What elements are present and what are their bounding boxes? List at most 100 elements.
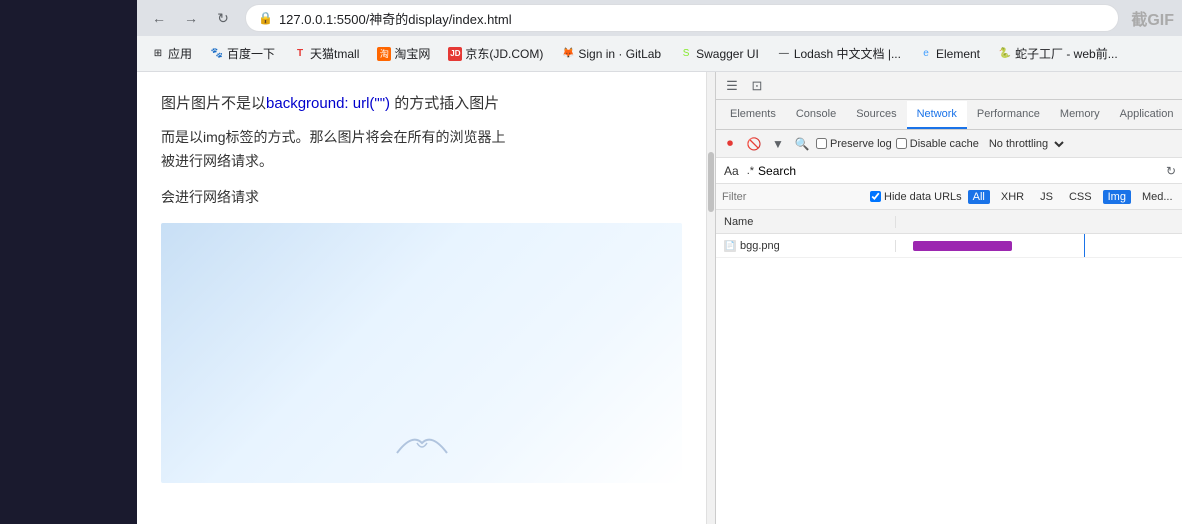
- gitlab-icon: 🦊: [561, 47, 575, 61]
- disable-cache-checkbox[interactable]: Disable cache: [896, 138, 979, 150]
- element-icon: e: [919, 47, 933, 61]
- taobao-icon: 淘: [377, 47, 391, 61]
- bookmark-swagger[interactable]: S Swagger UI: [673, 43, 765, 65]
- jd-icon: JD: [448, 47, 462, 61]
- bookmark-label: 蛇子工厂 - web前...: [1015, 45, 1118, 62]
- bookmark-label: Lodash 中文文档 |...: [794, 45, 901, 62]
- tab-memory[interactable]: Memory: [1050, 101, 1110, 129]
- bookmarks-toolbar: ⊞ 应用 🐾 百度一下 T 天猫tmall 淘 淘宝网 JD 京东(JD.COM…: [137, 36, 1182, 72]
- filter-button[interactable]: ▼: [768, 134, 788, 154]
- forward-button[interactable]: →: [177, 4, 205, 32]
- tab-network[interactable]: Network: [907, 101, 967, 129]
- disable-cache-input[interactable]: [896, 138, 907, 149]
- bookmark-baidu[interactable]: 🐾 百度一下: [204, 41, 281, 66]
- snake-icon: 🐍: [998, 47, 1012, 61]
- bookmark-label: 应用: [168, 45, 192, 62]
- page-image: [161, 223, 682, 483]
- filter-css[interactable]: CSS: [1064, 190, 1097, 204]
- file-icon: 📄: [724, 240, 736, 252]
- bookmark-label: 百度一下: [227, 45, 275, 62]
- bookmark-label: Sign in · GitLab: [578, 47, 661, 61]
- bird-svg: [392, 423, 452, 463]
- filter-js[interactable]: JS: [1035, 190, 1058, 204]
- bookmark-tmall[interactable]: T 天猫tmall: [287, 41, 365, 66]
- tab-application[interactable]: Application: [1110, 101, 1182, 129]
- address-text: 127.0.0.1:5500/神奇的display/index.html: [279, 9, 512, 28]
- swagger-icon: S: [679, 47, 693, 61]
- search-input[interactable]: [758, 164, 1159, 178]
- hide-data-urls-input[interactable]: [870, 191, 881, 202]
- page-text-line1: 图片图片不是以background: url("") 的方式插入图片: [161, 92, 682, 113]
- disable-cache-label: Disable cache: [910, 138, 979, 150]
- search-refresh-btn[interactable]: ↻: [1161, 161, 1181, 181]
- record-button[interactable]: ⏺: [720, 134, 740, 154]
- bookmark-lodash[interactable]: — Lodash 中文文档 |...: [771, 41, 907, 66]
- bookmark-snake[interactable]: 🐍 蛇子工厂 - web前...: [992, 41, 1124, 66]
- file-name: bgg.png: [740, 240, 780, 252]
- search-aa-btn[interactable]: Aa: [720, 164, 743, 178]
- main-area: 图片图片不是以background: url("") 的方式插入图片 而是以im…: [137, 72, 1182, 524]
- tab-performance[interactable]: Performance: [967, 101, 1050, 129]
- hide-data-urls-label: Hide data URLs: [884, 191, 962, 203]
- devtools-cursor-icon[interactable]: ☰: [720, 74, 744, 98]
- baidu-icon: 🐾: [210, 47, 224, 61]
- bookmark-jd[interactable]: JD 京东(JD.COM): [442, 41, 549, 66]
- blue-vline: [1084, 234, 1085, 257]
- search-bar: Aa .* ↻ ⊘ ✕: [716, 158, 1182, 184]
- page-text-line2: 而是以img标签的方式。那么图片将会在所有的浏览器上: [161, 127, 682, 147]
- bookmark-label: Element: [936, 47, 980, 61]
- address-bar[interactable]: 🔒 127.0.0.1:5500/神奇的display/index.html: [245, 4, 1119, 32]
- filter-xhr[interactable]: XHR: [996, 190, 1029, 204]
- tmall-icon: T: [293, 47, 307, 61]
- throttle-select[interactable]: No throttling: [983, 137, 1067, 151]
- search-regex-btn[interactable]: .*: [745, 165, 756, 177]
- preserve-log-checkbox[interactable]: Preserve log: [816, 138, 892, 150]
- preserve-log-input[interactable]: [816, 138, 827, 149]
- top-right-logo: 截GIF: [1119, 6, 1174, 30]
- reload-button[interactable]: ↻: [209, 4, 237, 32]
- request-bar: [913, 241, 1012, 251]
- tab-console[interactable]: Console: [786, 101, 846, 129]
- bookmark-label: Swagger UI: [696, 47, 759, 61]
- bookmark-label: 淘宝网: [394, 45, 430, 62]
- filter-img[interactable]: Img: [1103, 190, 1131, 204]
- timeline-header: Name 10 ms 20 ms 30 ms: [716, 210, 1182, 234]
- bookmark-gitlab[interactable]: 🦊 Sign in · GitLab: [555, 43, 667, 65]
- page-scrollbar[interactable]: [707, 72, 715, 524]
- row-timeline: [896, 234, 1182, 257]
- nav-buttons: ← → ↻: [145, 4, 237, 32]
- page-text-line4: 会进行网络请求: [161, 187, 682, 207]
- bookmark-taobao[interactable]: 淘 淘宝网: [371, 41, 436, 66]
- filter-all[interactable]: All: [968, 190, 990, 204]
- bookmark-element[interactable]: e Element: [913, 43, 986, 65]
- filter-input[interactable]: [722, 191, 864, 203]
- lock-icon: 🔒: [258, 11, 273, 25]
- row-name-cell: 📄 bgg.png: [716, 240, 896, 252]
- browser-titlebar: ← → ↻ 🔒 127.0.0.1:5500/神奇的display/index.…: [137, 0, 1182, 36]
- code-text: background: url(""): [266, 95, 390, 112]
- hide-data-urls-checkbox[interactable]: Hide data URLs: [870, 191, 962, 203]
- name-column-header: Name: [716, 216, 896, 228]
- devtools-tabs: Elements Console Sources Network Perform…: [716, 100, 1182, 130]
- network-list: 📄 bgg.png: [716, 234, 1182, 524]
- bookmark-apps[interactable]: ⊞ 应用: [145, 41, 198, 66]
- clear-button[interactable]: 🚫: [744, 134, 764, 154]
- table-row[interactable]: 📄 bgg.png: [716, 234, 1182, 258]
- page-content: 图片图片不是以background: url("") 的方式插入图片 而是以im…: [137, 72, 707, 524]
- bookmark-label: 京东(JD.COM): [465, 45, 543, 62]
- tab-elements[interactable]: Elements: [720, 101, 786, 129]
- tab-sources[interactable]: Sources: [846, 101, 906, 129]
- network-toolbar: ⏺ 🚫 ▼ 🔍 Preserve log Disable cache No th…: [716, 130, 1182, 158]
- page-text-line3: 被进行网络请求。: [161, 151, 682, 171]
- devtools-panel: ☰ ⊡ Elements Console Sources Network Per…: [715, 72, 1182, 524]
- lodash-icon: —: [777, 47, 791, 61]
- bookmark-label: 天猫tmall: [310, 45, 359, 62]
- filter-media[interactable]: Med...: [1137, 190, 1178, 204]
- scrollbar-thumb[interactable]: [708, 152, 714, 212]
- black-sidebar: [0, 0, 137, 524]
- devtools-device-icon[interactable]: ⊡: [745, 74, 769, 98]
- back-button[interactable]: ←: [145, 4, 173, 32]
- search-network-button[interactable]: 🔍: [792, 134, 812, 154]
- filter-bar: Hide data URLs All XHR JS CSS Img Med...: [716, 184, 1182, 210]
- devtools-top-bar: ☰ ⊡: [716, 72, 1182, 100]
